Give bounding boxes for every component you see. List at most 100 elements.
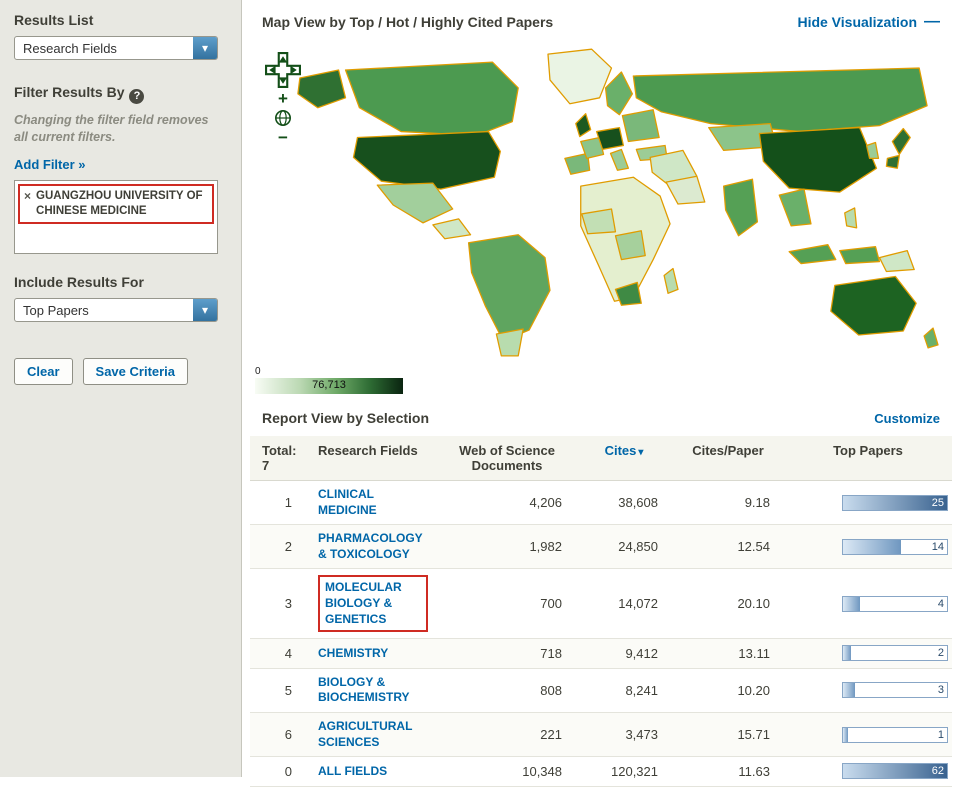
column-header-research-fields[interactable]: Research Fields (308, 436, 438, 481)
table-row: 6 AGRICULTURAL SCIENCES 221 3,473 15.71 … (250, 712, 952, 756)
report-header: Report View by Selection Customize (242, 398, 960, 434)
report-view-title: Report View by Selection (262, 410, 429, 426)
results-list-heading: Results List (14, 12, 227, 28)
row-rank: 3 (250, 569, 308, 639)
include-results-selected-value: Top Papers (15, 299, 193, 321)
column-header-cites-per-paper[interactable]: Cites/Paper (672, 436, 784, 481)
bar-fill (843, 683, 855, 697)
map-view-title: Map View by Top / Hot / Highly Cited Pap… (262, 14, 553, 30)
esi-app: Results List Research Fields ▾ Filter Re… (0, 0, 960, 777)
cites-per-paper-value: 20.10 (672, 569, 784, 639)
docs-value: 221 (438, 712, 576, 756)
top-papers-bar: 25 (842, 495, 948, 511)
filter-by-heading: Filter Results By? (14, 84, 227, 104)
results-list-selected-value: Research Fields (15, 37, 193, 59)
add-filter-link[interactable]: Add Filter » (14, 157, 86, 172)
docs-value: 4,206 (438, 481, 576, 525)
hide-visualization-link[interactable]: Hide Visualization — (797, 14, 940, 30)
top-papers-bar: 14 (842, 539, 948, 555)
field-link-biology-biochemistry[interactable]: BIOLOGY & BIOCHEMISTRY (318, 675, 428, 706)
row-rank: 1 (250, 481, 308, 525)
column-header-top-papers[interactable]: Top Papers (784, 436, 952, 481)
minus-icon: — (924, 17, 940, 27)
top-papers-bar: 4 (842, 596, 948, 612)
customize-link[interactable]: Customize (874, 411, 940, 426)
legend-max-label: 76,713 (312, 379, 346, 391)
cites-value: 120,321 (576, 757, 672, 787)
zoom-in-button[interactable]: + (278, 91, 288, 106)
row-rank: 2 (250, 525, 308, 569)
pan-control[interactable] (265, 52, 301, 88)
results-list-select[interactable]: Research Fields ▾ (14, 36, 218, 60)
field-link-chemistry[interactable]: CHEMISTRY (318, 646, 388, 662)
map-controls: + − (264, 52, 302, 145)
cites-per-paper-value: 11.63 (672, 757, 784, 787)
cites-per-paper-value: 12.54 (672, 525, 784, 569)
table-row: 1 CLINICAL MEDICINE 4,206 38,608 9.18 25 (250, 481, 952, 525)
bar-fill (843, 597, 860, 611)
row-rank: 4 (250, 639, 308, 669)
top-papers-value: 4 (938, 598, 944, 610)
sort-caret-icon: ▾ (638, 447, 643, 458)
cites-value: 8,241 (576, 668, 672, 712)
include-results-heading: Include Results For (14, 274, 227, 290)
map-legend: 0 76,713 (255, 366, 403, 394)
column-header-cites[interactable]: Cites▾ (576, 436, 672, 481)
filter-note: Changing the filter field removes all cu… (14, 112, 214, 146)
active-filters-box: × GUANGZHOU UNIVERSITY OF CHINESE MEDICI… (14, 180, 218, 254)
legend-min-label: 0 (255, 366, 403, 377)
filter-tag-annotated[interactable]: × GUANGZHOU UNIVERSITY OF CHINESE MEDICI… (18, 184, 214, 224)
docs-value: 700 (438, 569, 576, 639)
cites-value: 14,072 (576, 569, 672, 639)
remove-filter-icon[interactable]: × (24, 189, 31, 203)
cites-value: 3,473 (576, 712, 672, 756)
cites-per-paper-value: 13.11 (672, 639, 784, 669)
sidebar: Results List Research Fields ▾ Filter Re… (0, 0, 242, 777)
field-link-all-fields[interactable]: ALL FIELDS (318, 764, 387, 780)
legend-gradient-bar: 76,713 (255, 378, 403, 394)
cites-per-paper-value: 9.18 (672, 481, 784, 525)
bar-fill (843, 728, 848, 742)
field-link-agricultural-sciences[interactable]: AGRICULTURAL SCIENCES (318, 719, 428, 750)
row-rank: 0 (250, 757, 308, 787)
top-papers-bar: 2 (842, 645, 948, 661)
cites-value: 38,608 (576, 481, 672, 525)
chevron-down-icon[interactable]: ▾ (193, 299, 217, 321)
cites-per-paper-value: 10.20 (672, 668, 784, 712)
field-link-molecular-biology[interactable]: MOLECULAR BIOLOGY & GENETICS (325, 580, 421, 627)
column-header-documents[interactable]: Web of Science Documents (438, 436, 576, 481)
row-rank: 5 (250, 668, 308, 712)
map-header: Map View by Top / Hot / Highly Cited Pap… (242, 0, 960, 36)
docs-value: 1,982 (438, 525, 576, 569)
field-link-clinical-medicine[interactable]: CLINICAL MEDICINE (318, 487, 428, 518)
bar-fill (843, 540, 901, 554)
table-row: 5 BIOLOGY & BIOCHEMISTRY 808 8,241 10.20… (250, 668, 952, 712)
top-papers-bar: 1 (842, 727, 948, 743)
zoom-out-button[interactable]: − (278, 130, 288, 145)
top-papers-value: 2 (938, 647, 944, 659)
chevron-down-icon[interactable]: ▾ (193, 37, 217, 59)
map-area: + − (242, 36, 960, 398)
row-rank: 6 (250, 712, 308, 756)
cites-per-paper-value: 15.71 (672, 712, 784, 756)
cites-value: 9,412 (576, 639, 672, 669)
top-papers-value: 25 (932, 497, 944, 509)
save-criteria-button[interactable]: Save Criteria (83, 358, 189, 385)
field-link-pharmacology[interactable]: PHARMACOLOGY & TOXICOLOGY (318, 531, 428, 562)
cites-value: 24,850 (576, 525, 672, 569)
annotation-highlight: MOLECULAR BIOLOGY & GENETICS (318, 575, 428, 632)
top-papers-value: 3 (938, 684, 944, 696)
top-papers-bar: 62 (842, 763, 948, 779)
table-row: 0 ALL FIELDS 10,348 120,321 11.63 62 (250, 757, 952, 787)
bar-fill (843, 646, 851, 660)
world-map[interactable] (284, 44, 939, 366)
help-icon[interactable]: ? (129, 89, 144, 104)
main-panel: Map View by Top / Hot / Highly Cited Pap… (242, 0, 960, 777)
table-row: 3 MOLECULAR BIOLOGY & GENETICS 700 14,07… (250, 569, 952, 639)
top-papers-value: 14 (932, 541, 944, 553)
include-results-select[interactable]: Top Papers ▾ (14, 298, 218, 322)
clear-button[interactable]: Clear (14, 358, 73, 385)
globe-icon[interactable] (274, 109, 292, 127)
docs-value: 718 (438, 639, 576, 669)
top-papers-bar: 3 (842, 682, 948, 698)
